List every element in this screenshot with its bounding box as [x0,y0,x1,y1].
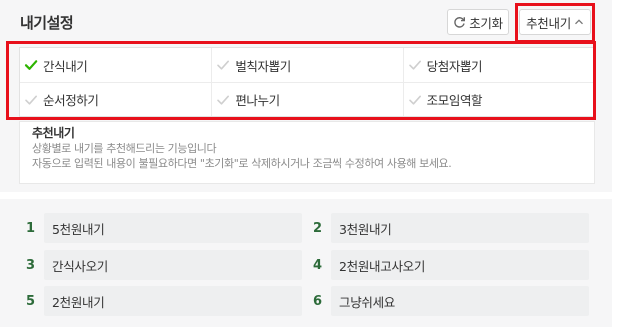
option-item[interactable]: 조모임역할 [402,83,594,116]
option-item[interactable]: 간식내기 [20,48,211,82]
options-row: 순서정하기 편나누기 조모임역할 [20,82,594,116]
options-row: 간식내기 벌칙자뽑기 당첨자뽑기 [20,48,594,82]
bet-list-panel: 1 5천원내기 2 3천원내기 3 간식사오기 4 2천원내고사오기 5 2천원… [0,199,612,327]
option-label: 벌칙자뽑기 [235,58,291,74]
list-item: 2 3천원내기 [307,213,589,243]
bet-settings-panel: 내기설정 초기화 추천내기 간식내기 벌칙자뽑기 당첨자뽑기 순서정하기 편나누… [0,0,612,192]
description-line: 자동으로 입력된 내용이 불필요하다면 "초기화"로 삭제하시거나 조금씩 수정… [32,157,452,170]
item-number: 1 [26,220,36,236]
item-field[interactable]: 2천원내고사오기 [331,250,589,280]
item-field[interactable]: 5천원내기 [44,213,302,243]
option-label: 간식내기 [43,58,88,74]
option-label: 순서정하기 [43,93,99,108]
option-label: 편나누기 [235,93,280,108]
check-icon [24,58,38,72]
list-item: 4 2천원내고사오기 [307,250,589,280]
item-field[interactable]: 간식사오기 [44,250,302,280]
description-box: 추천내기 상황별로 내기를 추천해드리는 기능입니다 자동으로 입력된 내용이 … [19,121,595,184]
check-icon [216,93,230,107]
description-title: 추천내기 [32,126,75,140]
option-item[interactable]: 순서정하기 [20,83,211,116]
option-item[interactable]: 당첨자뽑기 [402,48,594,82]
recommend-button[interactable]: 추천내기 [519,9,591,35]
reset-button[interactable]: 초기화 [447,9,509,35]
item-number: 5 [26,293,36,309]
list-item: 1 5천원내기 [20,213,302,243]
list-item: 5 2천원내기 [20,286,302,316]
check-icon [408,58,422,72]
refresh-icon [453,16,466,29]
option-label: 조모임역할 [426,93,483,108]
option-item[interactable]: 벌칙자뽑기 [211,48,402,82]
item-number: 4 [313,257,323,273]
description-line: 상황별로 내기를 추천해드리는 기능입니다 [32,142,217,155]
item-number: 6 [313,293,323,309]
check-icon [216,58,230,72]
list-item: 3 간식사오기 [20,250,302,280]
item-number: 2 [313,220,323,236]
item-field[interactable]: 3천원내기 [331,213,589,243]
check-icon [24,93,38,107]
item-field[interactable]: 그냥쉬세요 [331,286,589,316]
list-item: 6 그냥쉬세요 [307,286,589,316]
recommend-button-label: 추천내기 [526,15,571,31]
options-grid: 간식내기 벌칙자뽑기 당첨자뽑기 순서정하기 편나누기 조모임역할 [19,47,595,117]
chevron-up-icon [574,17,584,27]
item-field[interactable]: 2천원내기 [44,286,302,316]
option-item[interactable]: 편나누기 [211,83,402,116]
reset-button-label: 초기화 [469,15,503,31]
check-icon [408,93,422,107]
panel-title: 내기설정 [20,14,74,32]
item-number: 3 [26,257,36,273]
option-label: 당첨자뽑기 [426,58,483,74]
